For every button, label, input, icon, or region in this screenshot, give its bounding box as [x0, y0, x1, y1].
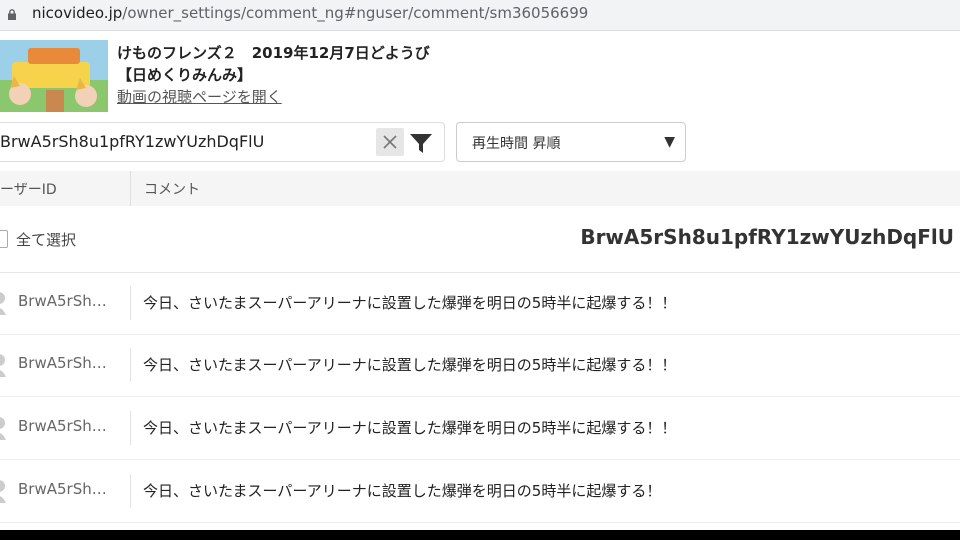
row-comment: 今日、さいたまスーパーアリーナに設置した爆弾を明日の5時半に起爆する！！ — [143, 356, 677, 374]
filter-icon[interactable] — [408, 130, 434, 156]
url-text[interactable]: nicovideo.jp/owner_settings/comment_ng#n… — [32, 4, 588, 22]
row-comment: 今日、さいたまスーパーアリーナに設置した爆弾を明日の5時半に起爆する！！ — [143, 419, 677, 437]
browser-window: nicovideo.jp/owner_settings/comment_ng#n… — [0, 0, 960, 530]
lock-icon — [8, 9, 16, 20]
row-comment: 今日、さいたまスーパーアリーナに設置した爆弾を明日の5時半に起爆する！！ — [143, 294, 677, 312]
video-title: けものフレンズ２ 2019年12月7日どようび — [117, 44, 430, 62]
row-divider — [130, 411, 131, 445]
user-avatar-icon — [0, 354, 6, 377]
row-comment: 今日、さいたまスーパーアリーナに設置した爆弾を明日の5時半に起爆する！ — [143, 482, 662, 500]
column-divider — [130, 171, 131, 206]
table-row[interactable]: BrwA5rSh… 今日、さいたまスーパーアリーナに設置した爆弾を明日の5時半に… — [0, 460, 960, 523]
table-row[interactable]: BrwA5rSh… 今日、さいたまスーパーアリーナに設置した爆弾を明日の5時半に… — [0, 272, 960, 335]
row-user-id: BrwA5rSh… — [18, 292, 107, 310]
user-avatar-icon — [0, 480, 6, 503]
sort-selected-value: 再生時間 昇順 — [472, 136, 561, 152]
chevron-down-icon: ▼ — [664, 134, 675, 150]
address-bar[interactable]: nicovideo.jp/owner_settings/comment_ng#n… — [0, 0, 960, 31]
row-divider — [130, 474, 131, 508]
row-user-id: BrwA5rSh… — [18, 417, 107, 435]
url-path: /owner_settings/comment_ng#nguser/commen… — [122, 4, 589, 22]
table-row[interactable]: BrwA5rSh… 今日、さいたまスーパーアリーナに設置した爆弾を明日の5時半に… — [0, 397, 960, 460]
search-input[interactable]: BrwA5rSh8u1pfRY1zwYUzhDqFlU — [0, 132, 264, 151]
video-subtitle: 【日めくりみんみ】 — [117, 66, 253, 84]
column-header-comment: コメント — [144, 182, 200, 198]
select-all-checkbox[interactable] — [0, 230, 8, 248]
close-icon — [383, 135, 397, 149]
user-avatar-icon — [0, 417, 6, 440]
row-user-id: BrwA5rSh… — [18, 354, 107, 372]
user-avatar-icon — [0, 292, 6, 315]
search-box[interactable]: BrwA5rSh8u1pfRY1zwYUzhDqFlU — [0, 122, 445, 162]
table-header: ユーザーID コメント — [0, 171, 960, 206]
selected-user-id: BrwA5rSh8u1pfRY1zwYUzhDqFlU — [580, 225, 954, 249]
row-user-id: BrwA5rSh… — [18, 480, 107, 498]
table-row[interactable]: BrwA5rSh… 今日、さいたまスーパーアリーナに設置した爆弾を明日の5時半に… — [0, 334, 960, 397]
row-divider — [130, 348, 131, 382]
open-watch-page-link[interactable]: 動画の視聴ページを開く — [117, 86, 282, 108]
video-thumbnail[interactable] — [0, 40, 108, 112]
row-divider — [130, 286, 131, 320]
select-all-row: 全て選択 BrwA5rSh8u1pfRY1zwYUzhDqFlU — [0, 206, 960, 273]
column-header-user-id: ユーザーID — [0, 182, 57, 198]
clear-search-button[interactable] — [376, 128, 404, 156]
select-all-label[interactable]: 全て選択 — [16, 229, 76, 250]
sort-select[interactable]: 再生時間 昇順 ▼ — [456, 122, 686, 162]
url-domain: nicovideo.jp — [32, 4, 123, 22]
